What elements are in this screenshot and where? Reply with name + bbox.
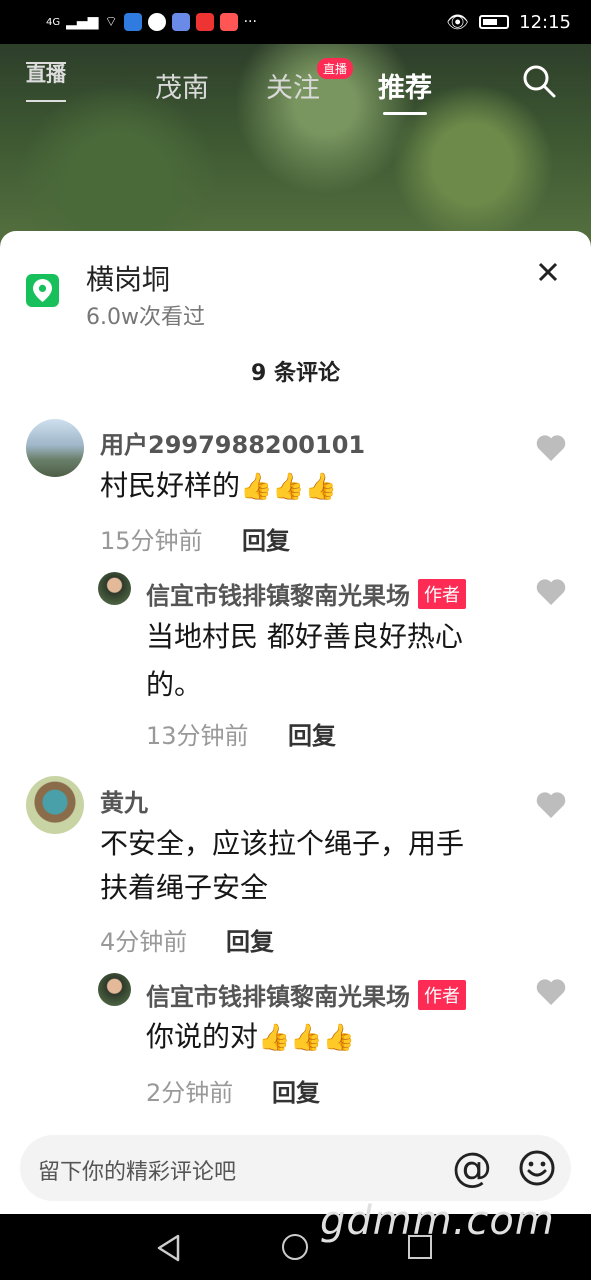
reply-username-text: 信宜市钱排镇黎南光果场 (146, 983, 410, 1011)
comment-time: 15分钟前 (100, 527, 203, 555)
battery-icon (479, 15, 510, 29)
heart-icon[interactable] (536, 434, 566, 462)
reply-time: 2分钟前 (146, 1079, 234, 1107)
comment-text-line2: 扶着绳子安全 (100, 871, 269, 904)
search-icon[interactable] (522, 64, 556, 98)
app-notification-icon (219, 13, 238, 31)
heart-icon[interactable] (536, 578, 566, 606)
status-bar: 4G ▂▄▆ ⌔ ··· 👁 12:15 (0, 0, 591, 44)
reply-button[interactable]: 回复 (242, 521, 290, 556)
comment-input-placeholder: 留下你的精彩评论吧 (38, 1160, 237, 1185)
reply-text: 你说的对👍👍👍 (146, 1013, 355, 1062)
reply-button[interactable]: 回复 (288, 716, 336, 751)
watermark: gdmm.com (320, 1198, 555, 1244)
more-notifications: ··· (243, 14, 257, 30)
author-badge: 作者 (418, 579, 466, 609)
comment-text: 村民好样的👍👍👍 (100, 462, 337, 511)
signal-icon: ▂▄▆ (66, 14, 99, 30)
comment-count: 9 条评论 (251, 361, 340, 386)
live-badge: 直播 (317, 58, 354, 79)
back-icon[interactable] (156, 1234, 182, 1262)
reply-text-line2: 的。 (146, 668, 203, 701)
avatar[interactable] (26, 419, 84, 477)
at-mention-icon[interactable]: @ (452, 1146, 492, 1190)
thumbs-up-emoji: 👍👍👍 (258, 1023, 356, 1053)
close-icon[interactable] (537, 261, 559, 283)
comment-time: 4分钟前 (100, 928, 188, 956)
comment-sheet: 横岗垌 6.0w次看过 9 条评论 用户2997988200101 村民好样的👍… (0, 231, 591, 1214)
avatar[interactable] (98, 572, 131, 605)
avatar[interactable] (26, 776, 84, 834)
reply-username[interactable]: 信宜市钱排镇黎南光果场 作者 (146, 977, 466, 1012)
reply-time: 13分钟前 (146, 722, 249, 750)
thumbs-up-emoji: 👍👍👍 (240, 472, 338, 502)
heart-icon[interactable] (536, 791, 566, 819)
reply-username-text: 信宜市钱排镇黎南光果场 (146, 582, 410, 610)
comment-input[interactable]: 留下你的精彩评论吧 @ (20, 1135, 571, 1201)
reply-button[interactable]: 回复 (272, 1073, 320, 1108)
comment-text-content: 村民好样的 (100, 469, 241, 502)
home-icon[interactable] (282, 1234, 308, 1260)
tab-following[interactable]: 关注 (266, 66, 320, 105)
network-label: 4G (46, 16, 61, 28)
location-name[interactable]: 横岗垌 (86, 258, 170, 298)
author-badge: 作者 (418, 980, 466, 1010)
wifi-icon: ⌔ (104, 14, 118, 30)
reply-button[interactable]: 回复 (226, 922, 274, 957)
location-pin-icon (26, 274, 59, 307)
heart-icon[interactable] (536, 978, 566, 1006)
emoji-icon[interactable] (518, 1149, 556, 1187)
comment-text-line1: 不安全，应该拉个绳子，用手 (100, 827, 465, 860)
clock: 12:15 (519, 11, 571, 33)
comment-username[interactable]: 黄九 (100, 783, 148, 818)
tab-recommended[interactable]: 推荐 (378, 66, 432, 115)
app-notification-icon (171, 13, 190, 31)
tab-maonan[interactable]: 茂南 (155, 66, 209, 105)
reply-text-content: 你说的对 (146, 1020, 259, 1053)
comment-username[interactable]: 用户2997988200101 (100, 425, 365, 460)
avatar[interactable] (98, 973, 131, 1006)
reply-username[interactable]: 信宜市钱排镇黎南光果场 作者 (146, 576, 466, 611)
app-notification-icon (195, 13, 214, 31)
app-notification-icon (147, 13, 166, 31)
top-nav: 直播 茂南 关注 推荐 (0, 44, 591, 120)
reply-text-line1: 当地村民 都好善良好热心 (146, 620, 463, 653)
eye-icon: 👁 (446, 11, 470, 33)
location-views: 6.0w次看过 (86, 305, 205, 330)
live-icon[interactable]: 直播 (26, 62, 66, 102)
app-notification-icon (123, 13, 142, 31)
